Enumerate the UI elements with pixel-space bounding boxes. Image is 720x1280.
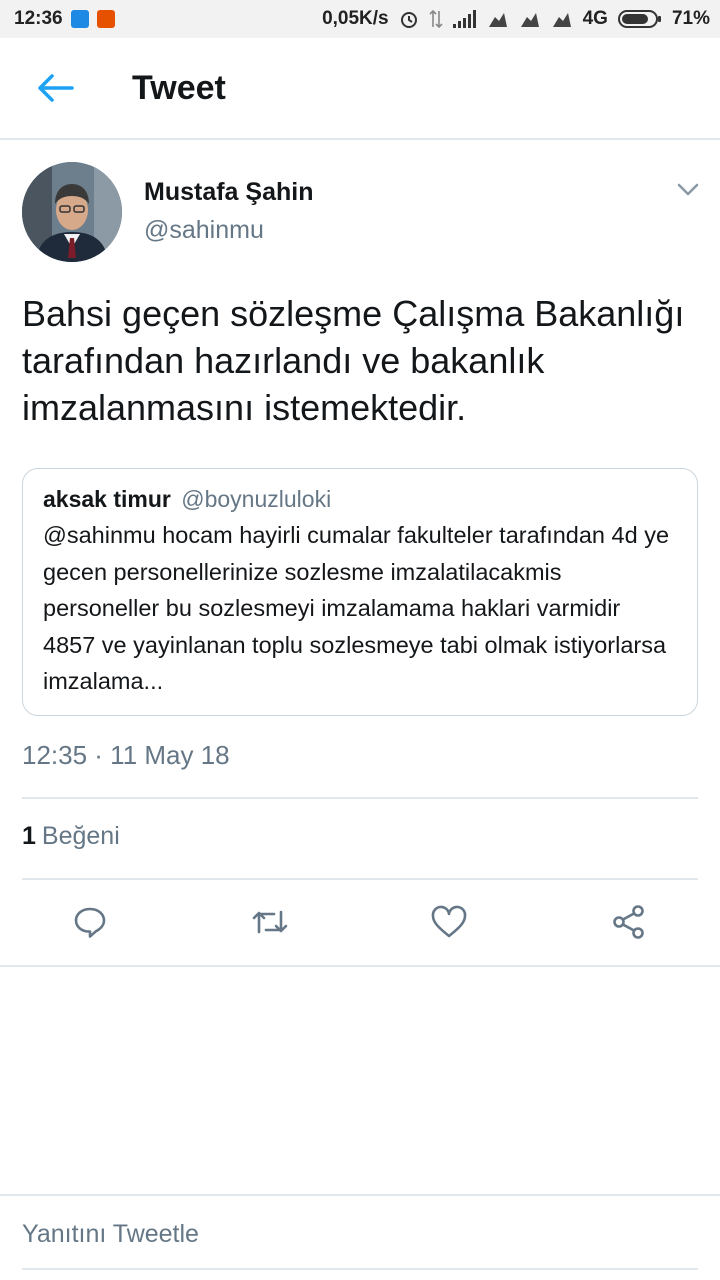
status-bar: 12:36 0,05K/s 4G 71% (0, 0, 720, 38)
divider (0, 965, 720, 967)
avatar-photo (22, 162, 122, 262)
share-button[interactable] (609, 902, 649, 942)
author-name[interactable]: Mustafa Şahin (144, 178, 313, 207)
chevron-down-icon (677, 183, 699, 196)
divider (0, 1194, 720, 1196)
game-icon-1 (488, 13, 507, 27)
notification-game-icon (96, 10, 115, 28)
battery-icon (617, 10, 661, 28)
reply-button[interactable] (70, 902, 110, 942)
avatar[interactable] (22, 162, 122, 262)
back-arrow-icon (38, 74, 74, 102)
quoted-author-handle: @boynuzluloki (181, 486, 332, 512)
status-time: 12:36 (14, 8, 63, 29)
status-left: 12:36 (14, 8, 115, 30)
divider (22, 878, 698, 880)
share-icon (613, 905, 644, 939)
reply-input[interactable]: Yanıtını Tweetle (22, 1220, 199, 1249)
app-bar: Tweet (0, 38, 720, 140)
like-icon (431, 905, 467, 938)
tweet-text: Bahsi geçen sözleşme Çalışma Bakanlığı t… (22, 293, 685, 428)
game-icon-3 (552, 13, 571, 27)
more-options-button[interactable] (676, 180, 700, 198)
divider (22, 1268, 698, 1270)
retweet-icon (252, 910, 288, 934)
likes-summary[interactable]: 1 Beğeni (22, 822, 120, 851)
notification-app-icon (70, 10, 89, 28)
author-handle[interactable]: @sahinmu (144, 216, 264, 245)
alarm-icon (400, 12, 417, 28)
back-button[interactable] (34, 67, 76, 109)
retweet-button[interactable] (250, 902, 290, 942)
game-icon-2 (520, 13, 539, 27)
quoted-tweet-text: @sahinmu hocam hayirli cumalar fakultele… (43, 522, 670, 694)
status-right: 0,05K/s 4G 71% (322, 8, 710, 30)
like-count: 1 (22, 822, 36, 850)
network-speed: 0,05K/s (322, 8, 389, 29)
tweet-timestamp: 12:35 · 11 May 18 (22, 740, 230, 770)
battery-level: 71% (671, 8, 710, 29)
divider (22, 797, 698, 799)
data-transfer-icon (429, 9, 443, 29)
quoted-tweet-header: aksak timur @boynuzluloki (43, 483, 677, 515)
quoted-author-name: aksak timur (43, 486, 171, 512)
quoted-tweet-card[interactable]: aksak timur @boynuzluloki @sahinmu hocam… (22, 468, 698, 716)
like-label: Beğeni (41, 822, 120, 850)
network-type: 4G (582, 8, 608, 29)
signal-icon (452, 10, 476, 28)
page-title: Tweet (132, 68, 226, 107)
reply-icon (74, 907, 106, 938)
like-button[interactable] (429, 902, 469, 942)
